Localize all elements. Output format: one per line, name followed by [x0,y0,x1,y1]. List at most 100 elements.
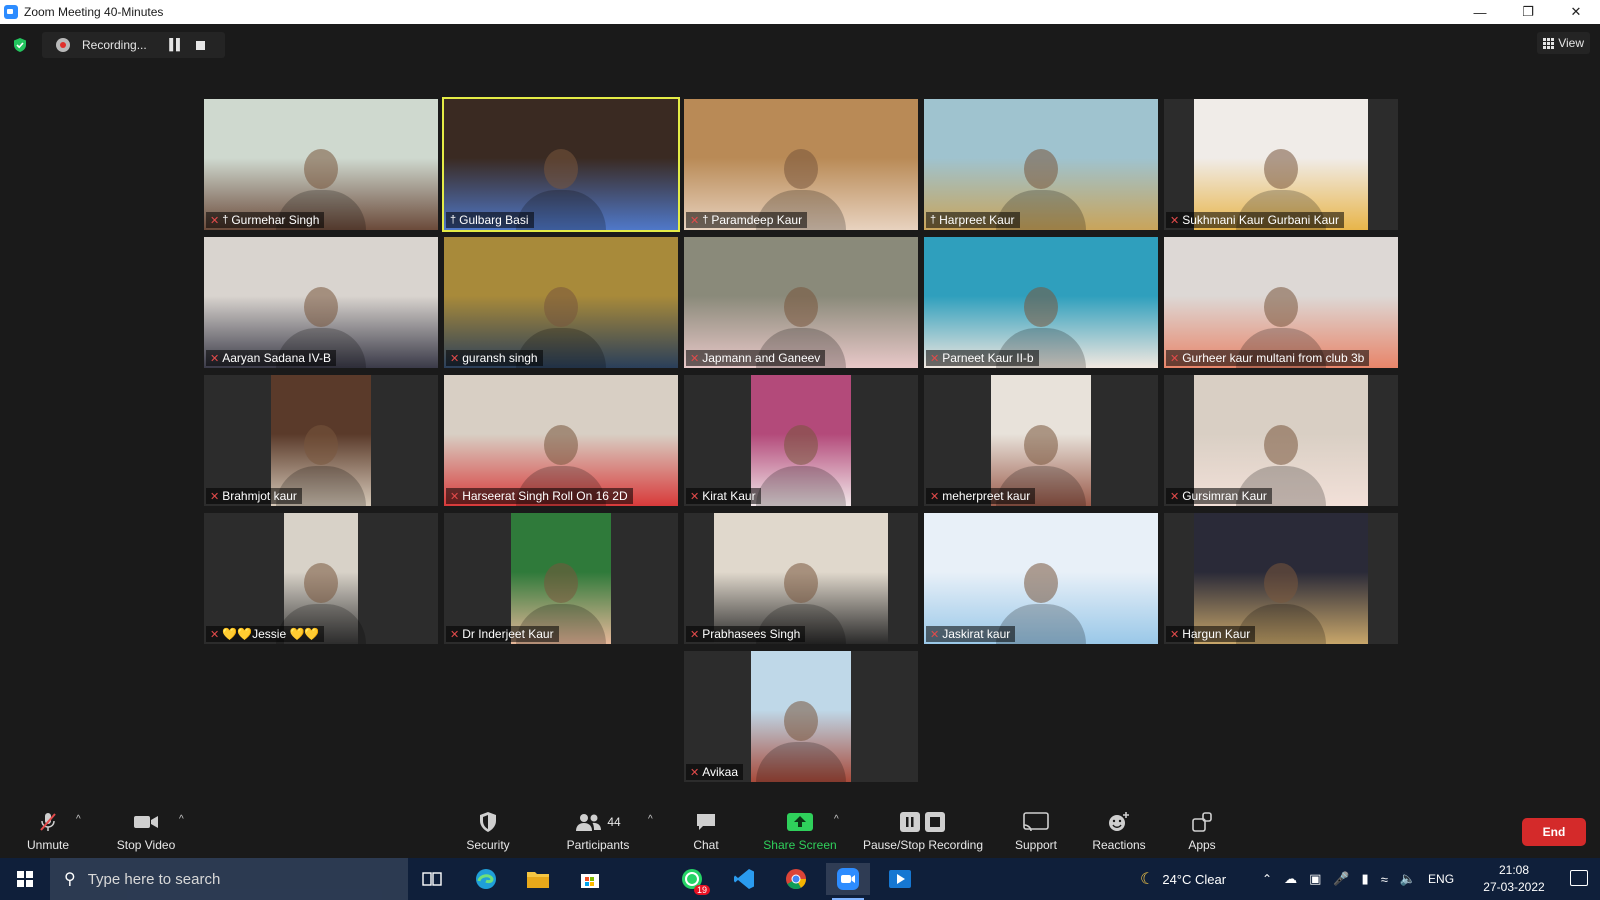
stop-recording-icon[interactable] [196,40,205,50]
muted-mic-icon: ✕ [690,490,700,503]
participant-tile[interactable]: ✕ 💛💛Jessie 💛💛 [204,513,438,644]
person-silhouette [784,148,818,189]
edge-browser-icon[interactable] [464,863,508,895]
whatsapp-icon[interactable]: 19 [670,863,714,895]
participant-name: guransh singh [462,351,538,365]
participant-name-label: ✕ Aaryan Sadana IV-B [206,350,336,366]
participant-tile[interactable]: ✕ Aaryan Sadana IV-B [204,237,438,368]
participant-tile[interactable]: ✕ Japmann and Ganeev [684,237,918,368]
pause-stop-icon [899,810,947,834]
notification-center-icon[interactable] [1570,870,1588,886]
security-button[interactable]: Security [462,810,514,856]
vscode-icon[interactable] [722,863,766,895]
close-button[interactable]: ✕ [1552,0,1600,24]
participant-tile[interactable]: ✕ meherpreet kaur [924,375,1158,506]
participant-video [991,375,1091,506]
onedrive-cloud-icon[interactable]: ☁ [1284,871,1297,887]
input-language[interactable]: ENG [1428,872,1454,886]
chat-button[interactable]: Chat [686,810,726,856]
participant-name: Gursimran Kaur [1182,489,1267,503]
participant-tile[interactable]: † Harpreet Kaur [924,99,1158,230]
battery-icon[interactable]: ▮ [1362,871,1369,887]
stop-video-button[interactable]: Stop Video [112,810,180,856]
volume-icon[interactable]: 🔈 [1400,871,1416,887]
muted-mic-icon: ✕ [1170,628,1180,641]
windows-taskbar: ⚲ Type here to search 19 ☾ 24°C Clear ⌃ … [0,858,1600,900]
window-title: Zoom Meeting 40-Minutes [24,5,164,19]
muted-mic-icon: ✕ [690,352,700,365]
participant-tile[interactable]: ✕ † Gurmehar Singh [204,99,438,230]
participant-name: Sukhmani Kaur Gurbani Kaur [1182,213,1339,227]
weather-text: 24°C Clear [1162,871,1227,887]
person-silhouette [1264,148,1298,189]
weather-widget[interactable]: ☾ 24°C Clear [1140,858,1226,900]
zoom-taskbar-icon[interactable] [826,863,870,900]
participant-name: Prabhasees Singh [702,627,801,641]
participant-video [924,99,1158,230]
participant-name: Harseerat Singh Roll On 16 2D [462,489,628,503]
minimize-button[interactable]: — [1456,0,1504,24]
end-meeting-button[interactable]: End [1522,818,1586,846]
view-button[interactable]: View [1537,32,1590,54]
participant-tile[interactable]: ✕ Dr Inderjeet Kaur [444,513,678,644]
video-options-caret-icon[interactable]: ^ [179,814,184,825]
reactions-button[interactable]: Reactions [1090,810,1148,856]
wifi-icon[interactable]: ≈ [1381,872,1388,887]
taskbar-search-box[interactable]: ⚲ Type here to search [50,858,408,900]
participant-tile[interactable]: ✕ Harseerat Singh Roll On 16 2D [444,375,678,506]
restore-button[interactable]: ❐ [1504,0,1552,24]
unmute-button[interactable]: Unmute [22,810,74,856]
chrome-icon[interactable] [774,863,818,895]
participant-video [924,513,1158,644]
participants-button[interactable]: 44 Participants [562,810,634,856]
support-button[interactable]: Support [1012,810,1060,856]
pin-icon: † [222,214,229,226]
participant-tile[interactable]: ✕ † Paramdeep Kaur [684,99,918,230]
person-silhouette [784,286,818,327]
meet-now-icon[interactable]: ▣ [1309,871,1321,887]
participant-tile[interactable]: ✕ Prabhasees Singh [684,513,918,644]
shield-check-icon[interactable] [12,37,28,53]
participant-tile[interactable]: ✕ Parneet Kaur II-b [924,237,1158,368]
share-screen-label: Share Screen [763,838,837,852]
muted-mic-icon: ✕ [450,628,460,641]
participant-tile[interactable]: ✕ Gursimran Kaur [1164,375,1398,506]
apps-button[interactable]: Apps [1184,810,1220,856]
microsoft-store-icon[interactable] [568,863,612,895]
person-silhouette [1264,424,1298,465]
muted-mic-icon: ✕ [1170,214,1180,227]
participants-options-caret-icon[interactable]: ^ [648,814,653,825]
view-label: View [1558,36,1584,50]
audio-options-caret-icon[interactable]: ^ [76,814,81,825]
muted-mic-icon: ✕ [1170,490,1180,503]
participant-tile[interactable]: ✕ Kirat Kaur [684,375,918,506]
participant-tile[interactable]: ✕ Gurheer kaur multani from club 3b [1164,237,1398,368]
participant-tile[interactable]: ✕ Avikaa [684,651,918,782]
apps-icon [1191,810,1213,834]
participant-video [204,99,438,230]
participant-tile[interactable]: ✕ Jaskirat kaur [924,513,1158,644]
task-view-icon[interactable] [410,863,454,895]
participant-tile[interactable]: ✕ guransh singh [444,237,678,368]
muted-mic-icon: ✕ [930,490,940,503]
pause-stop-recording-button[interactable]: Pause/Stop Recording [860,810,986,856]
taskbar-clock[interactable]: 21:08 27-03-2022 [1474,862,1554,896]
share-options-caret-icon[interactable]: ^ [834,814,839,825]
media-player-icon[interactable] [878,863,922,895]
participant-name: Parneet Kaur II-b [942,351,1034,365]
window-controls: — ❐ ✕ [1456,0,1600,24]
participant-tile[interactable]: † Gulbarg Basi [442,97,680,232]
start-button[interactable] [0,858,50,900]
participant-tile[interactable]: ✕ Hargun Kaur [1164,513,1398,644]
participant-video [684,99,918,230]
participant-video [924,237,1158,368]
share-screen-button[interactable]: Share Screen [760,810,840,856]
show-hidden-icons-chevron-icon[interactable]: ⌃ [1262,872,1272,886]
person-silhouette [1024,148,1058,189]
title-bar: Zoom Meeting 40-Minutes — ❐ ✕ [0,0,1600,24]
pause-recording-icon[interactable]: ▌▌ [166,39,186,51]
participant-tile[interactable]: ✕ Brahmjot kaur [204,375,438,506]
microphone-icon[interactable]: 🎤 [1333,871,1349,887]
file-explorer-icon[interactable] [516,863,560,895]
participant-tile[interactable]: ✕ Sukhmani Kaur Gurbani Kaur [1164,99,1398,230]
